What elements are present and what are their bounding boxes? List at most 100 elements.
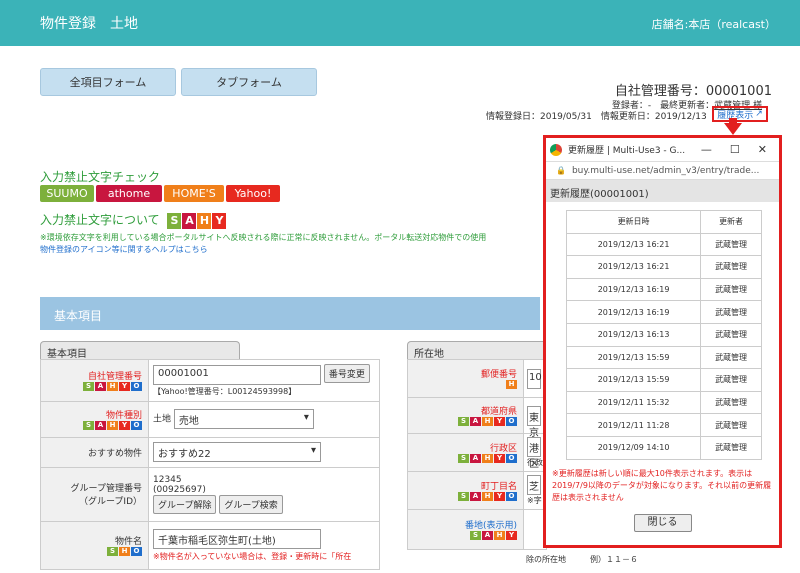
sahyo-icon: SAHYO bbox=[83, 420, 142, 430]
history-user-cell: 武蔵管理 bbox=[700, 300, 762, 324]
lock-icon: 🔒 bbox=[556, 166, 566, 175]
help-link[interactable]: 物件登録のアイコン等に関するヘルプはこちら bbox=[40, 244, 208, 255]
history-date-cell: 2019/12/13 16:19 bbox=[565, 300, 702, 324]
portal-homes-button[interactable]: HOME'S bbox=[164, 185, 224, 202]
full-form-button[interactable]: 全項目フォーム bbox=[40, 68, 176, 96]
type-select-value: 売地 bbox=[178, 416, 199, 427]
mgmt-label: 自社管理番号 bbox=[87, 371, 142, 382]
group-unlink-button[interactable]: グループ解除 bbox=[153, 494, 217, 514]
type-prefix: 土地 bbox=[153, 414, 172, 425]
city-select[interactable]: 港区 bbox=[527, 437, 541, 470]
basic-form-table: 自社管理番号 SAHYO 00001001 番号変更 【Yahoo!管理番号：L… bbox=[40, 359, 380, 570]
group-id: (00925697) bbox=[153, 484, 206, 495]
history-user-cell: 武蔵管理 bbox=[700, 435, 762, 460]
arrow-down-icon bbox=[724, 123, 742, 135]
sahy-h: H bbox=[197, 212, 212, 229]
chevron-down-icon: ▾ bbox=[310, 445, 316, 456]
group-value-cell: 12345 (00925697) グループ解除 グループ検索 bbox=[148, 466, 380, 522]
town-note: ※字 bbox=[527, 496, 542, 505]
sahy-s: S bbox=[167, 212, 182, 229]
table-row: 2019/12/13 15:59 武蔵管理 bbox=[565, 345, 762, 370]
group-number: 12345 bbox=[153, 474, 182, 485]
town-input[interactable]: 芝 bbox=[527, 475, 541, 495]
history-date-cell: 2019/12/13 16:21 bbox=[565, 232, 702, 257]
group-search-button[interactable]: グループ検索 bbox=[219, 494, 283, 514]
subtab-location: 所在地 bbox=[407, 341, 547, 360]
window-controls: — ☐ ✕ bbox=[701, 143, 779, 156]
portal-suumo-button[interactable]: SUUMO bbox=[40, 185, 94, 202]
history-link[interactable]: 履歴表示 ↗ bbox=[712, 106, 768, 122]
name-label: 物件名 bbox=[114, 536, 142, 547]
maximize-icon[interactable]: ☐ bbox=[730, 143, 740, 156]
history-user-cell: 武蔵管理 bbox=[700, 368, 762, 392]
history-user-cell: 武蔵管理 bbox=[700, 413, 762, 437]
history-table: 更新日時 更新者 2019/12/13 16:21 武蔵管理 2019/12/13 1… bbox=[565, 210, 762, 460]
table-row: 2019/12/09 14:10 武蔵管理 bbox=[565, 435, 762, 460]
city-label-cell: 行政区 S A H Y O bbox=[407, 433, 524, 472]
rec-label-cell: おすすめ物件 bbox=[40, 436, 149, 468]
sahy-icon: SAHY bbox=[470, 531, 517, 540]
table-row: 2019/12/11 11:28 武蔵管理 bbox=[565, 413, 762, 437]
close-window-icon[interactable]: ✕ bbox=[758, 143, 767, 156]
h-icon: H bbox=[506, 380, 517, 389]
ng-check-title: 入力禁止文字チェック bbox=[40, 170, 161, 184]
portal-yahoo-button[interactable]: Yahoo! bbox=[226, 185, 280, 202]
table-row: 2019/12/13 15:59 武蔵管理 bbox=[565, 368, 762, 392]
sahyo-icon: SAHYO bbox=[458, 454, 517, 463]
city-label: 行政区 bbox=[489, 444, 517, 454]
minimize-icon[interactable]: — bbox=[701, 143, 712, 156]
date-info: 情報登録日：2019/05/31 情報更新日：2019/12/13 bbox=[486, 112, 707, 122]
table-row: 2019/12/13 16:21 武蔵管理 bbox=[565, 255, 762, 279]
history-user-cell: 武蔵管理 bbox=[700, 232, 762, 257]
mgmt-label-cell: 自社管理番号 SAHYO bbox=[40, 359, 149, 402]
zip-input[interactable]: 10 bbox=[527, 368, 542, 389]
popup-title: 更新履歴 | Multi-Use3 - G... bbox=[568, 146, 686, 156]
city-sub: 行政 bbox=[527, 458, 543, 467]
row-type: 物件種別 SAHYO 土地 売地 ▾ bbox=[40, 400, 380, 438]
sahyo-icon: SAHYO bbox=[458, 417, 517, 426]
sahy-a: A bbox=[182, 212, 197, 229]
pref-select[interactable]: 東京 bbox=[527, 405, 541, 439]
tab-form-button[interactable]: タブフォーム bbox=[181, 68, 317, 96]
yahoo-number: 【Yahoo!管理番号：L00124593998】 bbox=[153, 386, 297, 396]
sho-icon: SHO bbox=[107, 546, 142, 556]
recommend-select[interactable]: おすすめ22 ▾ bbox=[153, 442, 321, 462]
name-value-cell: 千葉市稲毛区弥生町(土地) ※物件名が入っていない場合は、登録・更新時に「所在 bbox=[148, 520, 380, 570]
row-group: グループ管理番号 （グループID） 12345 (00925697) グループ解除 … bbox=[40, 466, 380, 522]
type-value-cell: 土地 売地 ▾ bbox=[148, 400, 380, 438]
ng-about-label: 入力禁止文字について bbox=[40, 213, 160, 227]
history-date-cell: 2019/12/13 16:13 bbox=[565, 322, 702, 347]
name-label-cell: 物件名 SHO bbox=[40, 520, 149, 570]
property-name-input[interactable]: 千葉市稲毛区弥生町(土地) bbox=[153, 528, 321, 549]
row-name: 物件名 SHO 千葉市稲毛区弥生町(土地) ※物件名が入っていない場合は、登録・… bbox=[40, 520, 380, 570]
type-label: 物件種別 bbox=[105, 410, 142, 421]
town-label: 町丁目名 bbox=[480, 482, 517, 492]
history-user-cell: 武蔵管理 bbox=[700, 277, 762, 302]
history-date-cell: 2019/12/09 14:10 bbox=[565, 435, 702, 460]
history-user-cell: 武蔵管理 bbox=[700, 345, 762, 370]
type-label-cell: 物件種別 SAHYO bbox=[40, 400, 149, 438]
mgmt-number-input[interactable]: 00001001 bbox=[153, 364, 321, 385]
history-popup-window: 更新履歴 | Multi-Use3 - G... — ☐ ✕ 🔒 buy.mult… bbox=[543, 135, 782, 548]
type-select[interactable]: 売地 ▾ bbox=[173, 409, 314, 429]
popup-url: buy.multi-use.net/admin_v3/entry/trade..… bbox=[571, 165, 760, 176]
popup-url-bar[interactable]: 🔒 buy.multi-use.net/admin_v3/entry/trade.… bbox=[546, 162, 779, 180]
rec-value-cell: おすすめ22 ▾ bbox=[148, 436, 380, 468]
close-button[interactable]: 閉じる bbox=[633, 513, 692, 532]
change-number-button[interactable]: 番号変更 bbox=[323, 364, 370, 383]
sahy-icon: SAHY bbox=[167, 212, 227, 229]
chrome-icon bbox=[550, 143, 562, 156]
row-recommend: おすすめ物件 おすすめ22 ▾ bbox=[40, 436, 380, 468]
table-row: 2019/12/13 16:21 武蔵管理 bbox=[565, 232, 762, 257]
ng-about[interactable]: 入力禁止文字について SAHY bbox=[40, 211, 227, 229]
history-note: ※更新履歴は新しい順に最大10件表示されます。表示は2019/7/9以降のデータ… bbox=[552, 468, 772, 502]
town-label-cell: 町丁目名 S A H Y O bbox=[407, 471, 524, 510]
popup-heading: 更新履歴(00001001) bbox=[546, 180, 779, 202]
history-date-cell: 2019/12/13 15:59 bbox=[565, 368, 702, 392]
lot-label-cell: 番地(表示用) S A H Y bbox=[407, 509, 524, 550]
sahy-y: Y bbox=[212, 212, 227, 229]
col-date-header: 更新日時 bbox=[565, 210, 702, 234]
history-user-cell: 武蔵管理 bbox=[700, 390, 762, 415]
chevron-down-icon: ▾ bbox=[303, 412, 309, 423]
portal-athome-button[interactable]: athome bbox=[96, 185, 162, 202]
